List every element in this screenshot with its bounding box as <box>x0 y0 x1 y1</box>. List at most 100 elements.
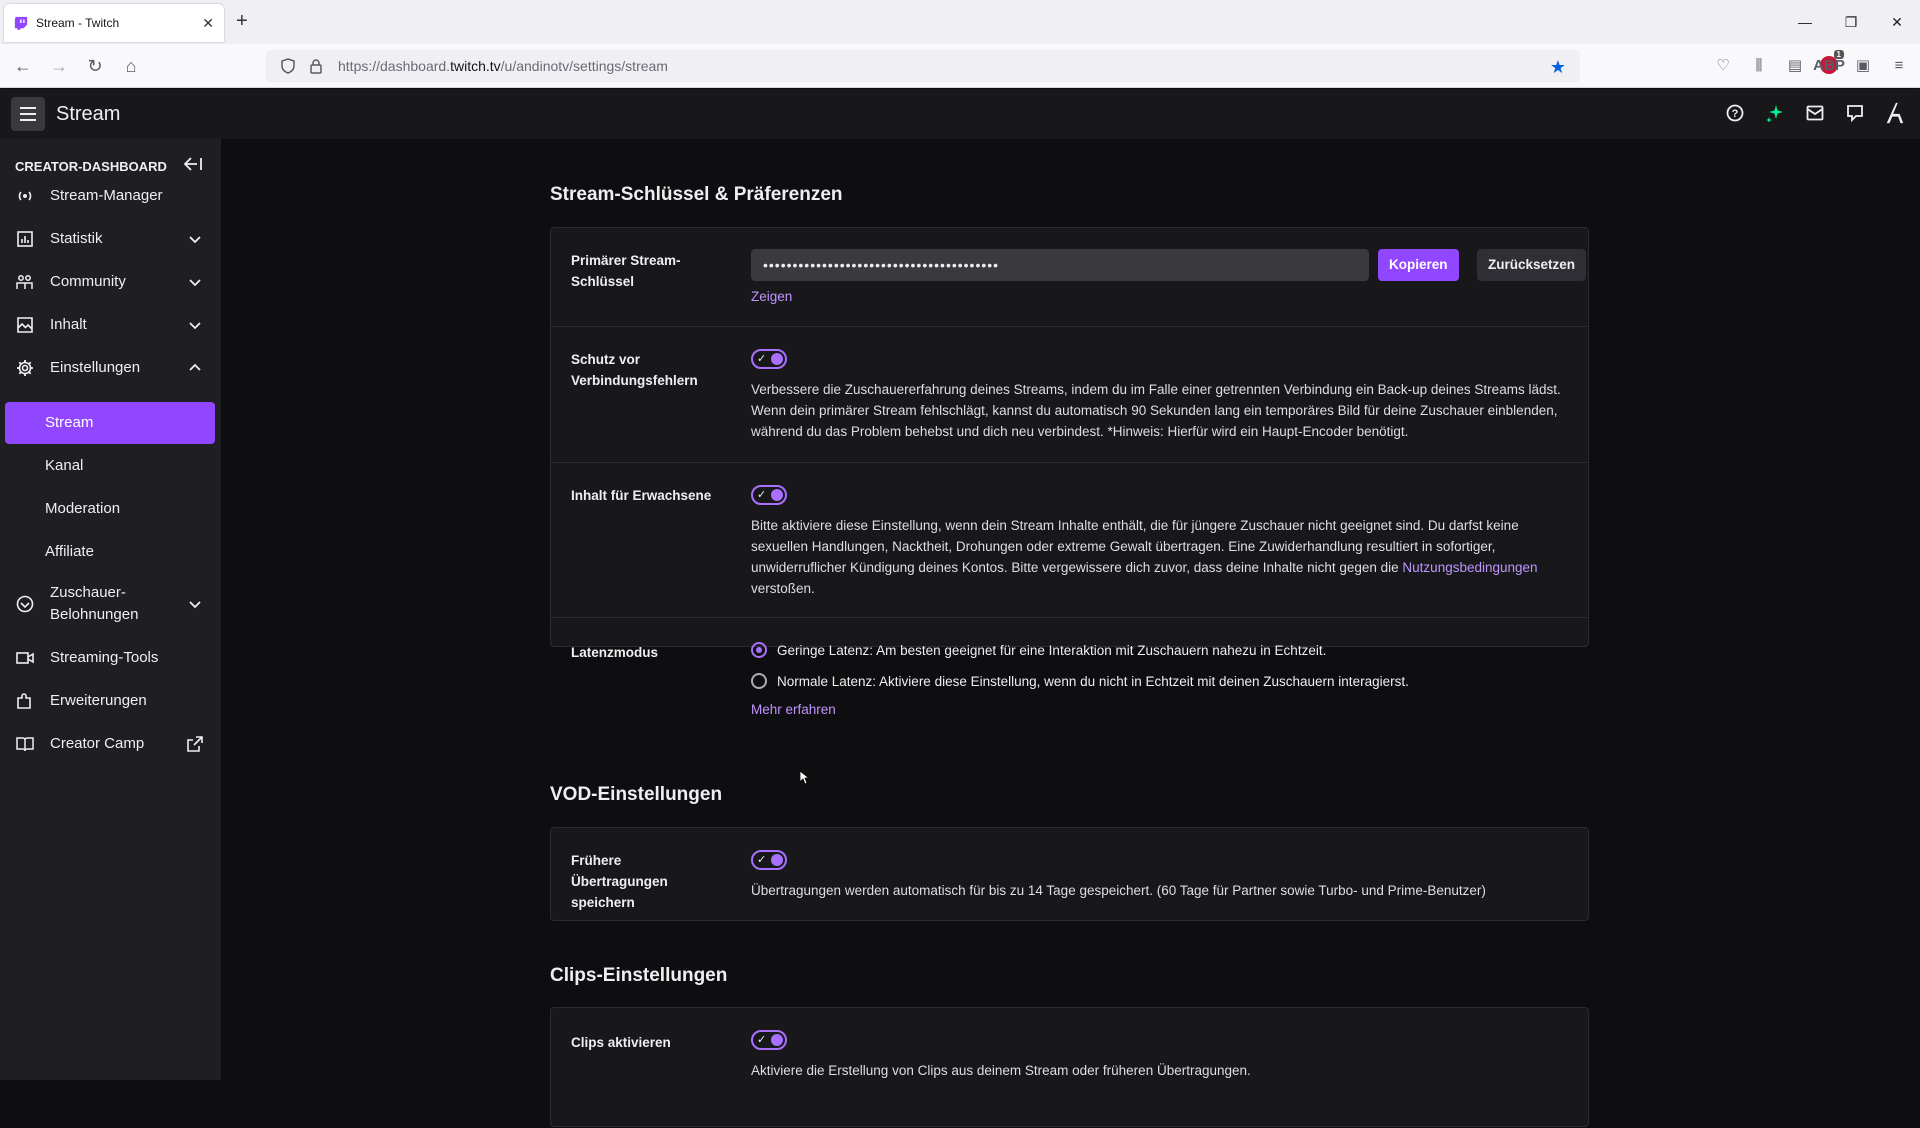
hamburger-menu-icon[interactable] <box>11 97 45 131</box>
clips-content: ✓ Aktiviere die Erstellung von Clips aus… <box>751 1030 1568 1081</box>
show-key-link[interactable]: Zeigen <box>751 289 792 304</box>
disconnect-protection-toggle[interactable]: ✓ <box>751 349 787 369</box>
sidebar-item-label: Community <box>50 273 126 290</box>
sidebar-item-affiliate[interactable]: Affiliate <box>5 531 215 573</box>
sidebar-item-label: Affiliate <box>45 543 94 560</box>
toggle-knob <box>771 353 783 365</box>
sidebar-item-stream[interactable]: Stream <box>5 402 215 444</box>
sidebar-item-community[interactable]: Community <box>5 261 215 303</box>
adblock-icon[interactable]: ABP 1 <box>1813 50 1845 74</box>
sidebar-item-inhalt[interactable]: Inhalt <box>5 304 215 346</box>
browser-toolbar-icons: ♡ ⫼ ▤ ABP 1 ▣ ≡ <box>1712 50 1910 76</box>
collapse-sidebar-icon[interactable] <box>183 157 202 176</box>
menu-icon[interactable]: ≡ <box>1888 54 1910 76</box>
rewards-icon <box>15 594 35 614</box>
sidebar-item-label: Kanal <box>45 457 84 474</box>
mature-content-content: ✓ Bitte aktiviere diese Einstellung, wen… <box>751 485 1568 599</box>
disconnect-protection-content: ✓ Verbessere die Zuschauererfahrung dein… <box>751 349 1568 442</box>
sidebar-item-label: Moderation <box>45 500 121 517</box>
tab-title: Stream - Twitch <box>36 16 120 30</box>
sidebar-item-stream-manager[interactable]: Stream-Manager <box>5 175 215 217</box>
sidebar-item-label: Einstellungen <box>50 359 141 376</box>
sidebar-item-label: Inhalt <box>50 316 87 333</box>
url-prefix: https://dashboard. <box>338 58 451 74</box>
normal-latency-option[interactable]: Normale Latenz: Aktiviere diese Einstell… <box>751 671 1568 691</box>
mature-content-text-end: verstoßen. <box>751 581 815 596</box>
restore-icon[interactable]: ❐ <box>1828 0 1874 44</box>
help-icon[interactable]: ? <box>1724 101 1746 125</box>
external-link-icon <box>187 736 203 752</box>
twitch-top-bar: Stream ? <box>0 89 1920 139</box>
mature-content-row: Inhalt für Erwachsene ✓ Bitte aktiviere … <box>551 463 1588 618</box>
extension-icon[interactable]: ▣ <box>1852 54 1874 76</box>
mature-content-label: Inhalt für Erwachsene <box>571 488 712 503</box>
reset-button[interactable]: Zurücksetzen <box>1477 249 1587 281</box>
sidebar-item-label: Streaming-Tools <box>50 649 159 666</box>
sidebar-item-label: Creator Camp <box>50 735 145 752</box>
address-bar[interactable]: https://dashboard.twitch.tv/u/andinotv/s… <box>266 50 1580 82</box>
sidebar-item-kanal[interactable]: Kanal <box>5 445 215 487</box>
avatar[interactable] <box>1884 101 1906 125</box>
stream-key-input[interactable]: •••••••••••••••••••••••••••••••••••••••• <box>751 249 1369 281</box>
book-icon <box>15 734 35 754</box>
vod-content: ✓ Übertragungen werden automatisch für b… <box>751 850 1568 901</box>
extensions-icon <box>15 691 35 711</box>
forward-icon[interactable]: → <box>48 55 70 77</box>
sidebar-toggle-icon[interactable]: ▤ <box>1784 54 1806 76</box>
close-tab-icon[interactable]: ✕ <box>202 15 214 32</box>
home-icon[interactable]: ⌂ <box>120 55 142 77</box>
low-latency-option[interactable]: Geringe Latenz: Am besten geeignet für e… <box>751 640 1568 660</box>
sidebar-item-erweiterungen[interactable]: Erweiterungen <box>5 680 215 722</box>
content-icon <box>15 315 35 335</box>
vod-toggle[interactable]: ✓ <box>751 850 787 870</box>
broadcast-icon <box>15 186 35 206</box>
low-latency-radio[interactable] <box>751 642 767 658</box>
sidebar-item-moderation[interactable]: Moderation <box>5 488 215 530</box>
bookmark-star-icon[interactable]: ★ <box>1550 57 1566 78</box>
toggle-knob <box>771 1034 783 1046</box>
new-tab-icon[interactable]: + <box>236 10 248 33</box>
settings-gear-icon <box>15 358 35 378</box>
sidebar-item-einstellungen[interactable]: Einstellungen <box>5 347 215 389</box>
top-bar-icons: ? <box>1724 101 1906 125</box>
disconnect-protection-description: Verbessere die Zuschauererfahrung deines… <box>751 382 1561 439</box>
latency-mode-content: Geringe Latenz: Am besten geeignet für e… <box>751 640 1568 719</box>
disconnect-protection-row: Schutz vor Verbindungsfehlern ✓ Verbesse… <box>551 327 1588 463</box>
sidebar-header: CREATOR-DASHBOARD <box>15 159 167 174</box>
sidebar-item-streaming-tools[interactable]: Streaming-Tools <box>5 637 215 679</box>
url-path: /u/andinotv/settings/stream <box>500 58 668 74</box>
close-window-icon[interactable]: ✕ <box>1874 0 1920 44</box>
check-icon: ✓ <box>757 353 767 365</box>
sidebar-item-label: Erweiterungen <box>50 692 147 709</box>
learn-more-link[interactable]: Mehr erfahren <box>751 702 836 717</box>
clips-toggle[interactable]: ✓ <box>751 1030 787 1050</box>
reload-icon[interactable]: ↻ <box>84 55 106 77</box>
sidebar-item-label: Stream <box>45 414 94 431</box>
copy-button[interactable]: Kopieren <box>1378 249 1459 281</box>
browser-tab[interactable]: Stream - Twitch ✕ <box>4 4 224 42</box>
stream-preferences-card: Primärer Stream-Schlüssel ••••••••••••••… <box>550 227 1589 717</box>
normal-latency-radio[interactable] <box>751 673 767 689</box>
sparkle-icon[interactable] <box>1764 101 1786 125</box>
stream-key-row: Primärer Stream-Schlüssel ••••••••••••••… <box>551 228 1588 327</box>
minimize-icon[interactable]: — <box>1782 0 1828 44</box>
page-title: Stream <box>56 103 121 125</box>
back-icon[interactable]: ← <box>12 55 34 77</box>
vod-row: Frühere Übertragungen speichern ✓ Übertr… <box>551 828 1588 922</box>
normal-latency-label: Normale Latenz: Aktiviere diese Einstell… <box>777 673 1409 689</box>
svg-text:?: ? <box>1732 108 1739 120</box>
section-title-clips: Clips-Einstellungen <box>550 965 728 986</box>
terms-of-service-link[interactable]: Nutzungsbedingungen <box>1402 560 1537 575</box>
pocket-icon[interactable]: ♡ <box>1712 54 1734 76</box>
library-icon[interactable]: ⫼ <box>1748 54 1770 76</box>
sidebar-item-creator-camp[interactable]: Creator Camp <box>5 723 215 765</box>
mature-content-toggle[interactable]: ✓ <box>751 485 787 505</box>
sidebar-item-zuschauer-belohnungen[interactable]: Zuschauer-Belohnungen <box>5 579 215 629</box>
whispers-icon[interactable] <box>1844 101 1866 125</box>
toggle-knob <box>771 854 783 866</box>
check-icon: ✓ <box>757 854 767 866</box>
sidebar-item-statistik[interactable]: Statistik <box>5 218 215 260</box>
stream-key-label: Primärer Stream-Schlüssel <box>571 253 681 289</box>
inbox-icon[interactable] <box>1804 101 1826 125</box>
mature-content-description: Bitte aktiviere diese Einstellung, wenn … <box>751 515 1568 599</box>
